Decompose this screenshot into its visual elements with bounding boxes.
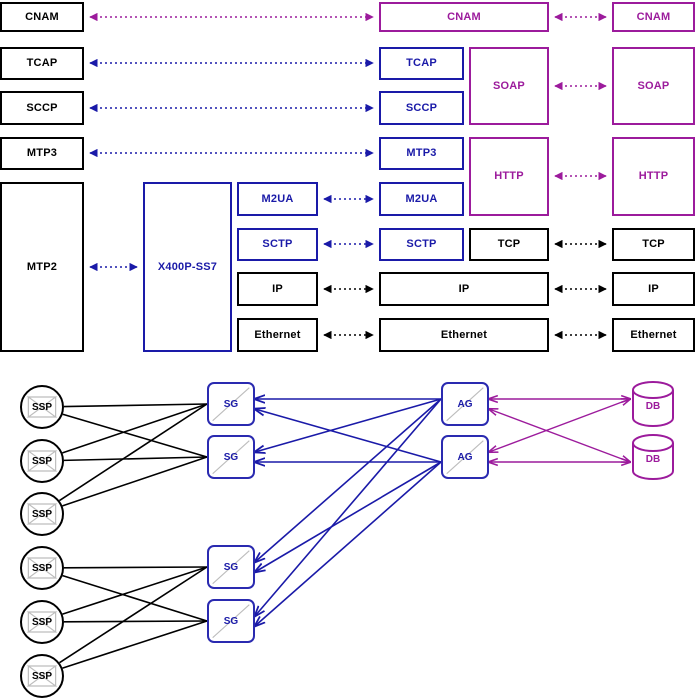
network-node-ssp-5[interactable]: SSP bbox=[20, 654, 64, 698]
network-node-label: SSP bbox=[31, 455, 52, 467]
network-node-ssp-3[interactable]: SSP bbox=[20, 546, 64, 590]
network-node-label: SG bbox=[223, 451, 239, 463]
network-node-label: AG bbox=[457, 398, 473, 410]
network-node-label: SSP bbox=[31, 401, 52, 413]
network-node-ssp-2[interactable]: SSP bbox=[20, 492, 64, 536]
network-node-label: DB bbox=[645, 400, 661, 412]
network-node-label: SG bbox=[223, 561, 239, 573]
network-graph: SSP SSP SSP SSP SSP SSP SG SG SG SG AG AG DB DB bbox=[0, 0, 696, 700]
network-node-ssp-4[interactable]: SSP bbox=[20, 600, 64, 644]
network-node-label: AG bbox=[457, 451, 473, 463]
network-node-ag-1[interactable]: AG bbox=[441, 435, 489, 479]
network-node-label: SSP bbox=[31, 508, 52, 520]
network-node-db-1[interactable]: DB bbox=[630, 434, 676, 480]
network-node-db-0[interactable]: DB bbox=[630, 381, 676, 427]
network-node-sg-0[interactable]: SG bbox=[207, 382, 255, 426]
network-node-ssp-0[interactable]: SSP bbox=[20, 385, 64, 429]
network-node-label: SG bbox=[223, 615, 239, 627]
network-node-ssp-1[interactable]: SSP bbox=[20, 439, 64, 483]
network-node-sg-1[interactable]: SG bbox=[207, 435, 255, 479]
network-node-ag-0[interactable]: AG bbox=[441, 382, 489, 426]
diagram-canvas: CNAM TCAP SCCP MTP3 MTP2 X400P-SS7 M2UA SCTP IP E… bbox=[0, 0, 696, 700]
network-node-label: SSP bbox=[31, 616, 52, 628]
network-node-sg-2[interactable]: SG bbox=[207, 545, 255, 589]
network-node-label: SSP bbox=[31, 562, 52, 574]
network-node-label: SSP bbox=[31, 670, 52, 682]
network-node-sg-3[interactable]: SG bbox=[207, 599, 255, 643]
network-node-label: DB bbox=[645, 453, 661, 465]
network-node-label: SG bbox=[223, 398, 239, 410]
